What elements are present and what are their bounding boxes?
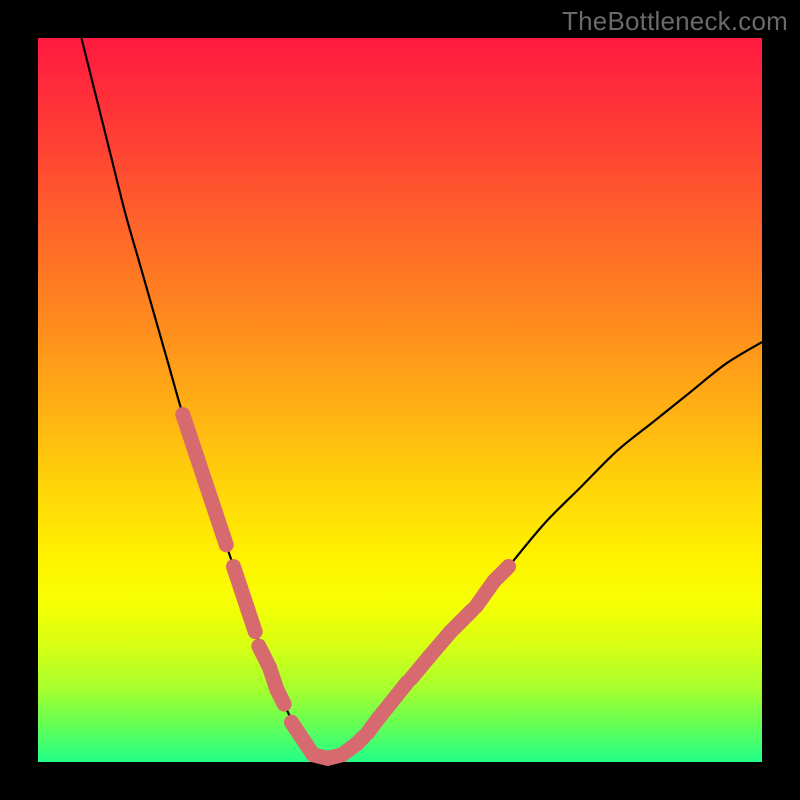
watermark-text: TheBottleneck.com (562, 6, 788, 37)
chart-svg (38, 38, 762, 762)
bottleneck-curve (81, 38, 762, 757)
marker-segment (248, 610, 255, 632)
marker-segment (494, 567, 508, 581)
highlight-markers (183, 414, 509, 758)
marker-segment (277, 690, 284, 704)
marker-segment (451, 610, 473, 632)
marker-segment (393, 682, 407, 700)
chart-frame: TheBottleneck.com (0, 0, 800, 800)
marker-segment (212, 501, 226, 544)
